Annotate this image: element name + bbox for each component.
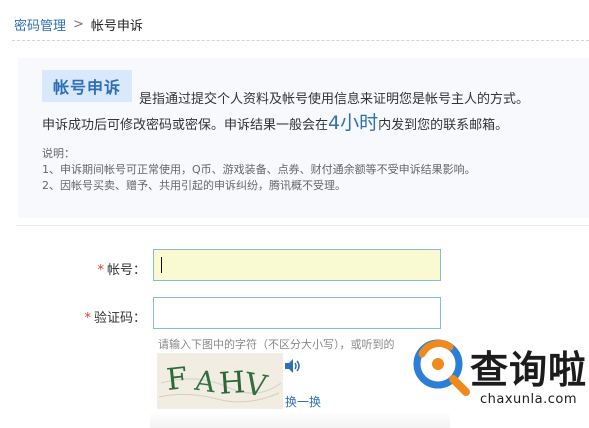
watermark-site: chaxunla.com xyxy=(480,392,577,407)
account-input[interactable] xyxy=(153,249,441,281)
breadcrumb-separator: > xyxy=(73,16,84,32)
captcha-label-text: 验证码： xyxy=(93,311,146,326)
intro-line-2: 申诉成功后可修改密码或密保。申诉结果一般会在4小时内发到您的联系邮箱。 xyxy=(42,108,508,135)
watermark-magnifier-logo-icon xyxy=(413,339,470,396)
account-label-text: 帐号： xyxy=(106,263,146,278)
captcha-char: A xyxy=(192,364,218,400)
captcha-label: * 验证码： xyxy=(56,307,146,326)
watermark-title: 查询啦 xyxy=(470,348,588,392)
notes-heading: 说明： xyxy=(42,147,75,160)
form-divider xyxy=(16,225,589,226)
note-item: 1、申诉期间帐号可正常使用，Q币、游戏装备、点券、财付通余额等不受申诉结果影响。 xyxy=(42,163,476,176)
captcha-input[interactable] xyxy=(153,297,441,329)
account-label: * 帐号： xyxy=(56,259,146,278)
processing-time-highlight: 4小时 xyxy=(328,112,379,134)
breadcrumb-current-page: 帐号申诉 xyxy=(90,18,143,34)
captcha-char: F xyxy=(165,361,189,398)
header-divider xyxy=(12,40,589,41)
audio-captcha-speaker-icon[interactable] xyxy=(284,358,302,374)
bottom-fade xyxy=(150,412,450,428)
note-item: 2、因帐号买卖、赠予、共用引起的申诉纠纷，腾讯概不受理。 xyxy=(42,179,346,192)
breadcrumb-password-management-link[interactable]: 密码管理 xyxy=(14,15,66,34)
intro-line-1: 是指通过提交个人资料及帐号使用信息来证明您是帐号主人的方式。 xyxy=(139,92,530,107)
page-title-badge: 帐号申诉 xyxy=(42,70,132,102)
intro-line-2-text-before: 申诉成功后可修改密码或密保。申诉结果一般会在 xyxy=(42,118,329,133)
captcha-glyphs: F A H V xyxy=(158,361,282,405)
required-asterisk: * xyxy=(84,311,91,326)
intro-panel: 帐号申诉 是指通过提交个人资料及帐号使用信息来证明您是帐号主人的方式。 申诉成功… xyxy=(18,58,589,218)
notes-block: 说明： 1、申诉期间帐号可正常使用，Q币、游戏装备、点券、财付通余额等不受申诉结… xyxy=(42,146,476,194)
captcha-hint: 请输入下图中的字符（不区分大小写），或听到的 xyxy=(158,338,395,351)
text-cursor xyxy=(161,257,162,273)
refresh-captcha-link[interactable]: 换一换 xyxy=(285,393,321,410)
intro-line-2-text-after: 内发到您的联系邮箱。 xyxy=(378,118,509,133)
required-asterisk: * xyxy=(97,263,104,278)
captcha-image[interactable]: F A H V xyxy=(157,353,283,409)
captcha-char: V xyxy=(241,366,271,405)
breadcrumb: 密码管理 > 帐号申诉 xyxy=(14,14,143,34)
